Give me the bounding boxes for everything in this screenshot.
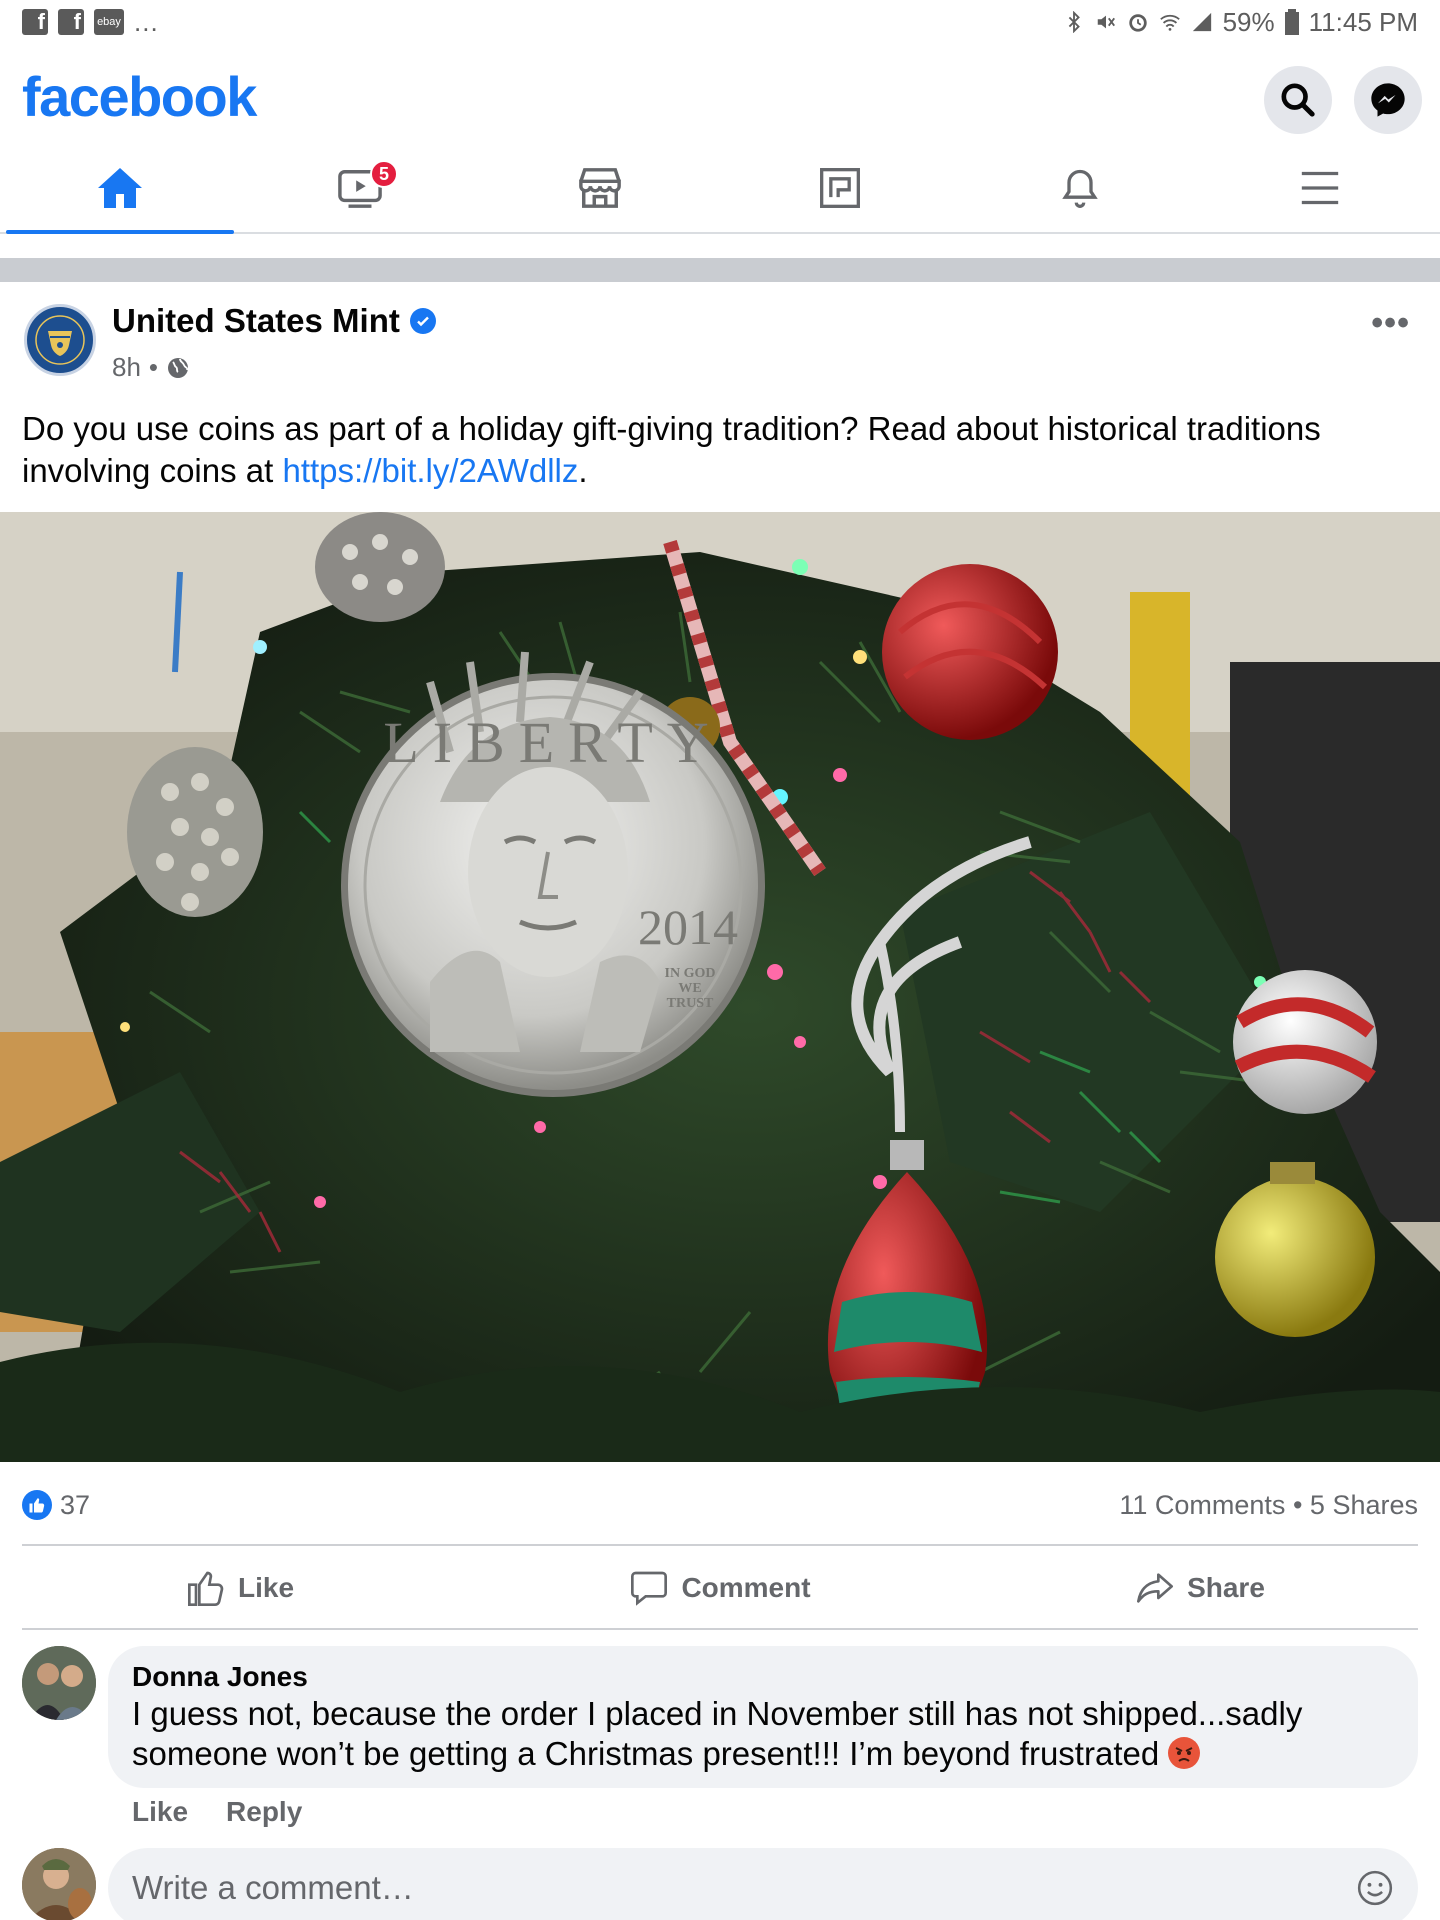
comment-button-label: Comment — [681, 1572, 811, 1603]
ebay-app-icon: ebay — [94, 9, 124, 35]
comment-like-button[interactable]: Like — [132, 1796, 188, 1828]
avatar — [22, 1848, 96, 1920]
app-header: facebook — [0, 44, 1440, 144]
feed-divider — [0, 258, 1440, 282]
tab-watch[interactable]: 5 — [240, 144, 480, 232]
like-reaction-icon — [22, 1490, 52, 1520]
post-meta: 8h • — [112, 352, 190, 383]
clock: 11:45 PM — [1308, 6, 1418, 37]
main-tab-bar: 5 — [0, 144, 1440, 234]
watch-notification-badge: 5 — [370, 160, 398, 188]
home-icon — [98, 168, 142, 208]
page-avatar[interactable] — [24, 304, 96, 376]
bluetooth-icon — [1068, 11, 1080, 33]
like-count: 37 — [60, 1489, 91, 1520]
treasury-seal-logo — [28, 308, 92, 372]
reactions-summary: 37 11 Comments • 5 Shares — [0, 1470, 1440, 1540]
tab-home[interactable] — [0, 144, 240, 234]
commenter-avatar[interactable] — [22, 1646, 96, 1720]
avatar — [22, 1646, 96, 1720]
signal-icon — [1192, 12, 1211, 32]
coin-year-text: 2014 — [638, 899, 738, 955]
battery-icon — [1284, 9, 1299, 35]
post-header: United States Mint 8h • ••• — [0, 282, 1440, 392]
coin-legend-text: LIBERTY — [383, 710, 722, 775]
comment-actions: Like Reply — [132, 1796, 302, 1828]
comment-bubble: Donna Jones I guess not, because the ord… — [108, 1646, 1418, 1788]
comment-input-placeholder[interactable]: Write a comment… — [132, 1869, 414, 1907]
battery-percent: 59% — [1222, 6, 1275, 37]
coin-motto-line-2: WE — [678, 981, 701, 996]
christmas-tree-coin-photo: LIBERTY 2014 IN GOD WE TRUST — [0, 512, 1440, 1462]
emoji-smiley-icon[interactable] — [1356, 1869, 1394, 1907]
tab-menu[interactable] — [1200, 144, 1440, 232]
post-message: Do you use coins as part of a holiday gi… — [22, 408, 1418, 492]
divider — [22, 1628, 1418, 1630]
summary-separator: • — [1292, 1489, 1303, 1520]
shares-count[interactable]: 5 Shares — [1310, 1490, 1418, 1520]
post-text-body: Do you use coins as part of a holiday gi… — [22, 410, 1321, 489]
comment-text: I guess not, because the order I placed … — [132, 1694, 1394, 1774]
current-user-avatar[interactable] — [22, 1848, 96, 1920]
comment-composer[interactable]: Write a comment… — [108, 1848, 1418, 1920]
verified-badge-icon — [409, 308, 436, 334]
divider — [22, 1544, 1418, 1546]
tab-marketplace[interactable] — [480, 144, 720, 232]
tab-notifications[interactable] — [960, 144, 1200, 232]
comment-bubble-icon — [631, 1571, 668, 1606]
bell-icon — [1062, 169, 1098, 208]
comment-author[interactable]: Donna Jones — [132, 1660, 1394, 1694]
share-arrow-icon — [1137, 1573, 1174, 1603]
post-action-bar: Like Comment Share — [0, 1550, 1440, 1626]
post-options-button[interactable]: ••• — [1371, 304, 1410, 343]
post-photo[interactable]: LIBERTY 2014 IN GOD WE TRUST — [0, 512, 1440, 1462]
more-notifications-indicator: ... — [134, 6, 159, 37]
page-name[interactable]: United States Mint — [112, 302, 436, 340]
comment-text-body: I guess not, because the order I placed … — [132, 1695, 1303, 1772]
messenger-button[interactable] — [1354, 66, 1422, 134]
search-button[interactable] — [1264, 66, 1332, 134]
search-icon — [1281, 83, 1315, 117]
messenger-icon — [1371, 83, 1405, 117]
comments-shares-summary: 11 Comments • 5 Shares — [1119, 1490, 1418, 1521]
pages-flag-icon — [820, 168, 860, 208]
wifi-icon — [1159, 14, 1180, 31]
like-button[interactable]: Like — [0, 1550, 480, 1626]
like-button-label: Like — [237, 1572, 295, 1603]
facebook-app-icon: f — [22, 9, 48, 35]
coin-motto-line-3: TRUST — [667, 996, 714, 1011]
thumbs-up-icon — [187, 1571, 224, 1606]
page-name-text[interactable]: United States Mint — [112, 302, 400, 340]
marketplace-icon — [579, 168, 621, 208]
reaction-count[interactable]: 37 — [22, 1490, 90, 1521]
post-timestamp[interactable]: 8h — [112, 352, 141, 383]
comments-count[interactable]: 11 Comments — [1119, 1490, 1285, 1520]
angry-face-emoji-icon — [1168, 1737, 1201, 1769]
share-button[interactable]: Share — [960, 1550, 1440, 1626]
status-bar-right: 59% 11:45 PM — [1063, 7, 1418, 38]
facebook-logo[interactable]: facebook — [22, 64, 257, 129]
facebook-app-icon: f — [58, 9, 84, 35]
status-bar-left: f f ebay ... — [22, 7, 159, 38]
mute-icon — [1097, 15, 1115, 29]
comment-button[interactable]: Comment — [480, 1550, 960, 1626]
tab-pages[interactable] — [720, 144, 960, 232]
status-bar: f f ebay ... 59% 11:45 PM — [0, 0, 1440, 44]
globe-icon — [168, 357, 189, 378]
alarm-icon — [1128, 14, 1147, 32]
meta-separator: • — [148, 352, 159, 382]
coin-motto-line-1: IN GOD — [665, 966, 716, 981]
post-text-end: . — [578, 452, 588, 489]
comment-reply-button[interactable]: Reply — [226, 1796, 302, 1828]
post-link[interactable]: https://bit.ly/2AWdllz — [282, 452, 578, 489]
share-button-label: Share — [1187, 1572, 1265, 1603]
hamburger-menu-icon — [1301, 171, 1339, 205]
